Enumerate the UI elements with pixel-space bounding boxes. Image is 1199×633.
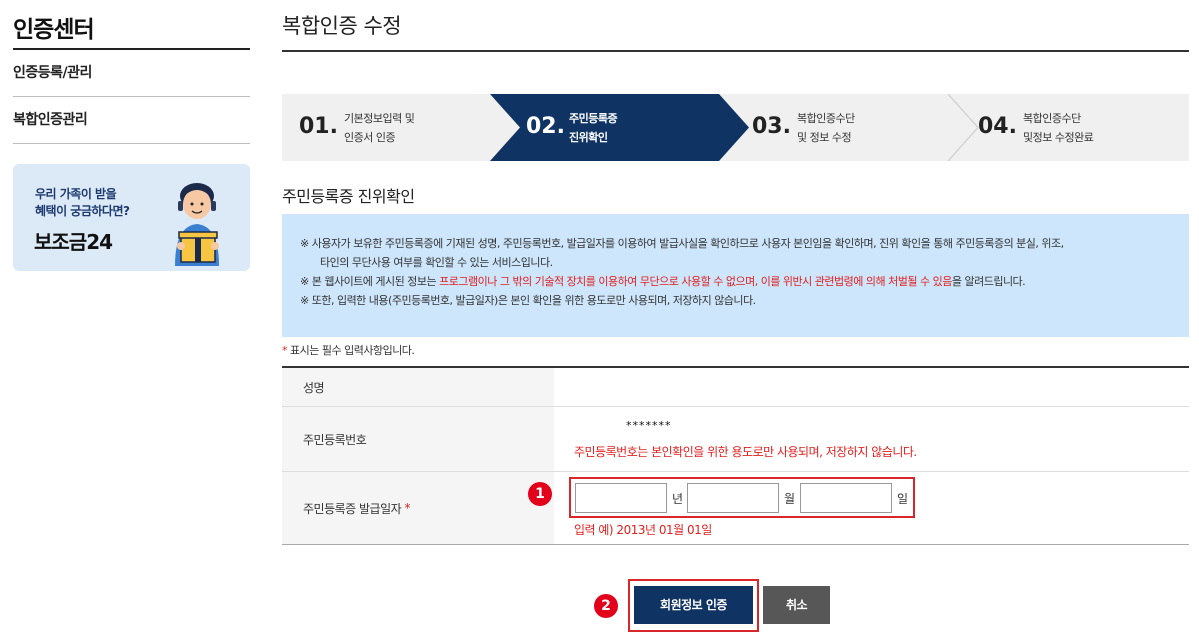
form-row-issue-date: 주민등록증 발급일자 * 년 월 일 입력 예) 2013년 01월 01일: [282, 472, 1189, 544]
step-number: 04.: [978, 114, 1017, 139]
step-label: 복합인증수단 및 정보 수정: [797, 109, 855, 147]
section-title: 주민등록증 진위확인: [282, 187, 415, 206]
step-indicator: 01. 기본정보입력 및 인증서 인증 02. 주민등록증 진위확인 03. 복…: [282, 94, 1189, 161]
step-label-line2: 진위확인: [569, 131, 608, 144]
day-unit: 일: [897, 492, 909, 506]
issue-year-input[interactable]: [575, 483, 667, 513]
banner-brand: 보조금24: [34, 230, 113, 254]
form-row-name: 성명: [282, 368, 1189, 407]
step-label-line1: 주민등록증: [569, 112, 618, 125]
issue-day-input[interactable]: [800, 483, 892, 513]
issue-month-input[interactable]: [687, 483, 779, 513]
notice-box: ※ 사용자가 보유한 주민등록증에 기재된 성명, 주민등록번호, 발급일자를 …: [282, 214, 1189, 337]
notice-line-3-warning: 프로그램이나 그 밖의 기술적 장치를 이용하여 무단으로 사용할 수 없으며,…: [439, 275, 952, 288]
issue-date-value: 년 월 일 입력 예) 2013년 01월 01일: [554, 472, 1189, 544]
step-number: 01.: [299, 114, 338, 139]
sidebar-title: 인증센터: [13, 0, 250, 50]
step-number: 02.: [526, 114, 565, 139]
required-asterisk: *: [404, 501, 411, 515]
notice-line-3-text: ※ 본 웹사이트에 게시된 정보는: [300, 275, 440, 288]
rrn-warning: 주민등록번호는 본인확인을 위한 용도로만 사용되며, 저장하지 않습니다.: [574, 445, 917, 459]
verify-member-button[interactable]: 회원정보 인증: [634, 586, 753, 624]
year-unit: 년: [672, 492, 684, 506]
person-with-gift-icon: [175, 183, 219, 266]
annotation-badge-2: 2: [594, 594, 618, 618]
banner-text-line1: 우리 가족이 받을: [35, 187, 117, 201]
step-label: 주민등록증 진위확인: [569, 109, 618, 147]
rrn-value: ******* 주민등록번호는 본인확인을 위한 용도로만 사용되며, 저장하지…: [554, 407, 1189, 471]
main-content: 복합인증 수정 01. 기본정보입력 및 인증서 인증 02. 주민등록증 진위…: [282, 0, 1189, 545]
step-03: 03. 복합인증수단 및 정보 수정: [750, 94, 950, 161]
sidebar-item-auth-register[interactable]: 인증등록/관리: [13, 50, 250, 97]
sidebar-item-complex-auth[interactable]: 복합인증관리: [13, 97, 250, 144]
name-label: 성명: [282, 368, 554, 406]
step-04: 04. 복합인증수단 및정보 수정완료: [978, 94, 1189, 161]
annotation-badge-1: 1: [528, 482, 552, 506]
date-input-highlight: 년 월 일: [569, 477, 915, 518]
cancel-button[interactable]: 취소: [763, 586, 830, 624]
step-label-line2: 및정보 수정완료: [1023, 131, 1094, 144]
required-note: * 표시는 필수 입력사항입니다.: [282, 342, 415, 358]
subsidy-banner[interactable]: 우리 가족이 받을 혜택이 궁금하다면? 보조금24: [13, 164, 250, 271]
notice-line-1: ※ 사용자가 보유한 주민등록증에 기재된 성명, 주민등록번호, 발급일자를 …: [300, 237, 1064, 250]
step-label: 기본정보입력 및 인증서 인증: [344, 109, 415, 147]
step-01: 01. 기본정보입력 및 인증서 인증: [282, 94, 490, 161]
verification-form: 성명 주민등록번호 ******* 주민등록번호는 본인확인을 위한 용도로만 …: [282, 366, 1189, 545]
notice-line-3-suffix: 을 알려드립니다.: [951, 275, 1026, 288]
rrn-label: 주민등록번호: [282, 407, 554, 471]
month-unit: 월: [784, 492, 796, 506]
form-row-rrn: 주민등록번호 ******* 주민등록번호는 본인확인을 위한 용도로만 사용되…: [282, 407, 1189, 472]
notice-line-2: 타인의 무단사용 여부를 확인할 수 있는 서비스입니다.: [320, 256, 553, 269]
sidebar: 인증센터 인증등록/관리 복합인증관리 우리 가족이 받을 혜택이 궁금하다면?…: [13, 0, 250, 271]
page-title: 복합인증 수정: [282, 0, 1189, 52]
step-label-line1: 복합인증수단: [1023, 112, 1081, 125]
issue-date-example: 입력 예) 2013년 01월 01일: [574, 523, 712, 537]
step-label-line1: 기본정보입력 및: [344, 112, 415, 125]
required-note-text: 표시는 필수 입력사항입니다.: [287, 344, 415, 357]
step-label-line2: 및 정보 수정: [797, 131, 852, 144]
name-value: [554, 368, 1189, 406]
issue-date-label-text: 주민등록증 발급일자: [303, 501, 402, 516]
banner-text-line2: 혜택이 궁금하다면?: [35, 204, 130, 218]
step-divider: [947, 94, 980, 161]
step-number: 03.: [752, 114, 791, 139]
step-label-line2: 인증서 인증: [344, 131, 396, 144]
step-02: 02. 주민등록증 진위확인: [490, 94, 750, 161]
notice-line-3: ※ 본 웹사이트에 게시된 정보는 프로그램이나 그 밖의 기술적 장치를 이용…: [300, 272, 1169, 291]
step-label-line1: 복합인증수단: [797, 112, 855, 125]
step-label: 복합인증수단 및정보 수정완료: [1023, 109, 1094, 147]
notice-line-4: ※ 또한, 입력한 내용(주민등록번호, 발급일자)은 본인 확인을 위한 용도…: [300, 294, 756, 307]
rrn-masked-value: *******: [626, 419, 672, 432]
issue-date-label: 주민등록증 발급일자 *: [282, 472, 554, 544]
